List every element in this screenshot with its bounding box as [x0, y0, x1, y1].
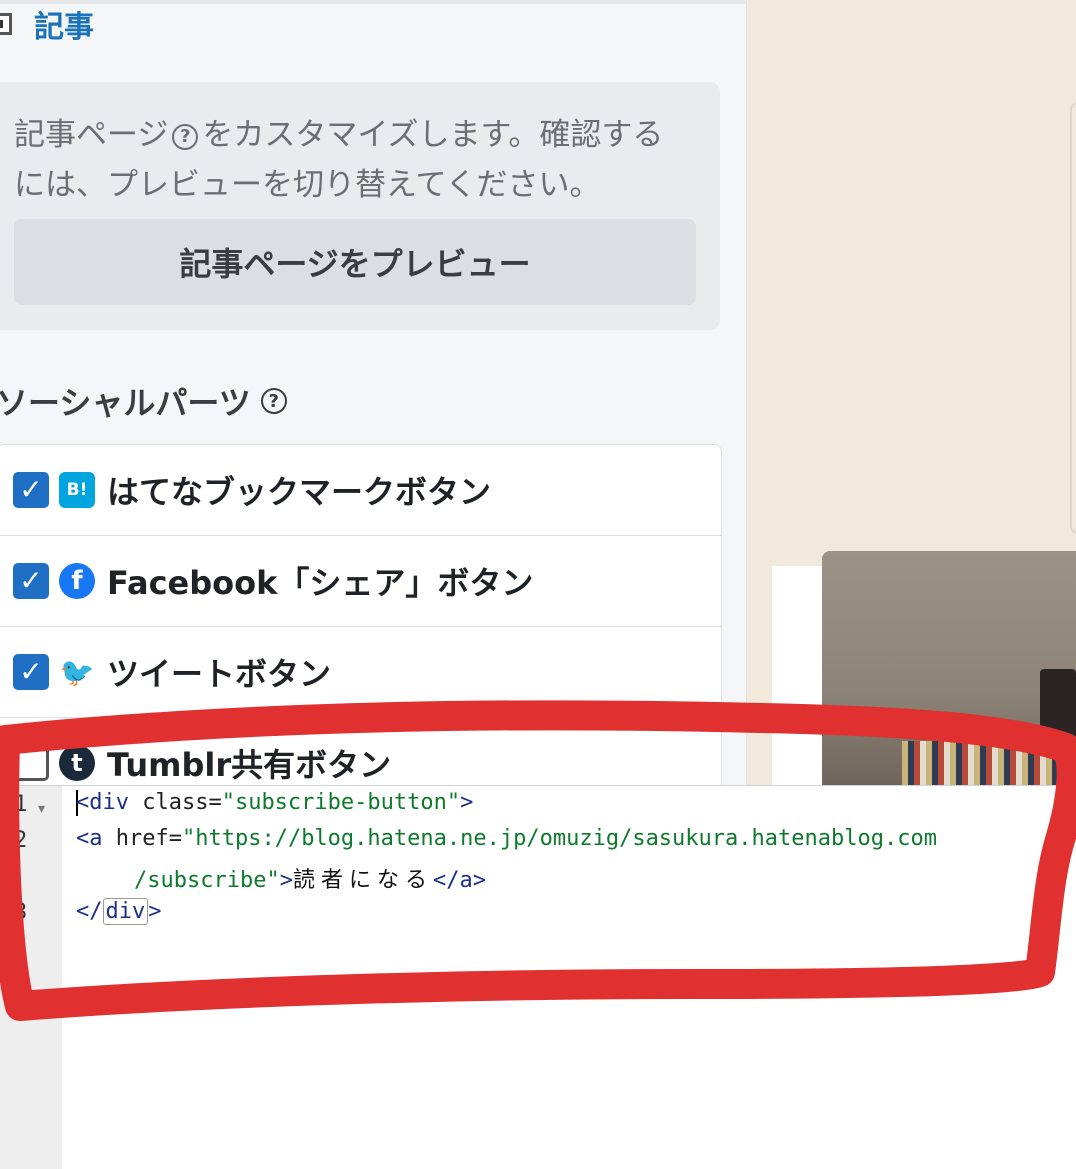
code-line-2-wrap[interactable]: /subscribe">読者になる</a>: [134, 862, 486, 894]
social-parts-heading: ソーシャルパーツ ?: [0, 378, 287, 424]
code-tag: <div: [76, 790, 129, 815]
help-icon[interactable]: ?: [260, 388, 287, 414]
code-tag: >: [460, 790, 474, 815]
preview-card: [772, 566, 822, 785]
html-code-editor[interactable]: 1 ▾ 2 3 <div class="subscribe-button"> <…: [0, 785, 1076, 1169]
social-item-label: Facebook「シェア」ボタン: [107, 564, 534, 602]
checkmark-icon: ✓: [19, 655, 43, 688]
code-value: "https://blog.hatena.ne.jp/omuzig/sasuku…: [181, 826, 937, 851]
code-tag: >: [279, 868, 293, 893]
info-text: 記事ページ? をカスタマイズします。確認するには、プレビューを切り替えてください。: [14, 110, 694, 210]
facebook-icon: f: [59, 563, 95, 599]
line-gutter: 1 ▾ 2 3: [0, 786, 62, 1169]
code-value: "subscribe-button": [221, 790, 461, 815]
panel-toggle-icon[interactable]: [0, 13, 12, 35]
code-text: 読者になる: [292, 868, 433, 893]
checkmark-icon: ✓: [19, 473, 43, 506]
checkbox-facebook[interactable]: ✓: [13, 563, 49, 599]
code-tag: </a>: [432, 868, 486, 893]
photo-chair: [1040, 669, 1076, 739]
social-item-hatena[interactable]: ✓ B! はてなブックマークボタン: [0, 445, 721, 536]
preview-photo: [822, 551, 1076, 785]
line-number: 1: [14, 792, 28, 817]
code-line-1[interactable]: <div class="subscribe-button">: [76, 790, 473, 816]
info-text-before: 記事ページ: [14, 117, 169, 153]
section-header[interactable]: 記事: [0, 4, 94, 45]
code-value: /subscribe": [134, 868, 280, 893]
checkbox-hatena[interactable]: ✓: [13, 472, 49, 508]
help-icon[interactable]: ?: [172, 123, 199, 150]
code-tag: </: [76, 899, 103, 924]
line-number: 3: [14, 900, 28, 925]
social-item-label: はてなブックマークボタン: [107, 473, 492, 511]
checkmark-icon: ✓: [19, 564, 43, 597]
social-item-facebook[interactable]: ✓ f Facebook「シェア」ボタン: [0, 536, 721, 627]
social-parts-list: ✓ B! はてなブックマークボタン ✓ f Facebook「シェア」ボタン ✓…: [0, 444, 722, 785]
settings-panel: 記事 記事ページ? をカスタマイズします。確認するには、プレビューを切り替えてくだ…: [0, 0, 747, 785]
section-title: 記事: [34, 10, 94, 45]
code-line-2[interactable]: <a href="https://blog.hatena.ne.jp/omuzi…: [76, 826, 937, 851]
code-line-3[interactable]: </div >: [76, 898, 162, 925]
social-item-label: ツイートボタン: [107, 655, 332, 693]
social-item-tumblr[interactable]: t Tumblr共有ボタン: [0, 718, 721, 785]
line-number: 2: [14, 828, 28, 853]
preview-article-button[interactable]: 記事ページをプレビュー: [14, 219, 696, 305]
social-item-tweet[interactable]: ✓ 🐦 ツイートボタン: [0, 627, 721, 718]
code-tag: <a: [76, 826, 103, 851]
code-attr: href=: [102, 826, 182, 851]
info-box: 記事ページ? をカスタマイズします。確認するには、プレビューを切り替えてください。…: [0, 82, 720, 330]
code-tag: >: [148, 899, 162, 924]
photo-bookshelf: [902, 741, 1076, 785]
social-item-label: Tumblr共有ボタン: [107, 746, 392, 784]
social-parts-title: ソーシャルパーツ: [0, 384, 251, 422]
twitter-icon: 🐦: [59, 655, 95, 689]
tumblr-icon: t: [59, 745, 95, 781]
matched-tag-highlight: div: [102, 898, 149, 925]
fold-arrow-icon[interactable]: ▾: [38, 801, 45, 817]
checkbox-tumblr[interactable]: [13, 745, 49, 781]
hatena-bookmark-icon: B!: [59, 472, 95, 508]
divider: [0, 0, 746, 4]
preview-frame-edge: [1070, 102, 1076, 534]
checkbox-tweet[interactable]: ✓: [13, 654, 49, 690]
code-attr: class=: [128, 790, 222, 815]
